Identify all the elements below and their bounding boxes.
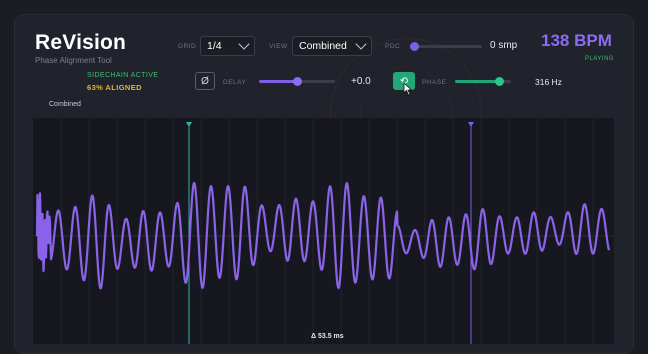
chevron-down-icon [238,38,250,50]
delay-value: +0.0 [351,76,371,87]
phase-slider[interactable] [455,77,511,86]
app-subtitle: Phase Alignment Tool [35,56,112,65]
pdc-value: 0 smp [490,40,518,51]
target-marker-handle[interactable] [468,122,474,127]
phase-value: 316 Hz [535,77,562,87]
waveform-mode-label: Combined [49,101,81,108]
delay-label: DELAY [223,79,247,86]
transport-state: PLAYING [585,56,615,62]
app-title: ReVision [35,31,127,54]
delta-time-readout: Δ 53.5 ms [311,333,344,340]
delay-slider-thumb[interactable] [293,77,302,86]
phase-invert-button[interactable]: Ø [195,72,215,90]
sidechain-status: SIDECHAIN ACTIVE [87,72,159,79]
chevron-down-icon [355,38,367,50]
bpm-display: 138 BPM [541,31,612,50]
phase-label: PHASE [422,79,447,86]
pdc-slider[interactable] [410,42,482,51]
waveform-display[interactable] [33,118,614,344]
pdc-label: PDC [385,43,401,50]
grid-select[interactable]: 1/4 [200,36,255,56]
alignment-percentage: 63% ALIGNED [87,83,142,92]
pdc-slider-thumb[interactable] [410,42,419,51]
view-select[interactable]: Combined [292,36,372,56]
delay-slider[interactable] [259,77,335,86]
view-value: Combined [299,40,347,52]
grid-label: GRID [178,43,197,50]
phase-slider-thumb[interactable] [495,77,504,86]
waveform-svg [33,118,614,344]
delay-slider-fill [259,80,297,83]
view-label: VIEW [269,43,288,50]
phase-invert-icon: Ø [201,75,209,87]
reference-marker-handle[interactable] [186,122,192,127]
phase-slider-fill [455,80,499,83]
mouse-cursor-icon [403,82,413,96]
grid-value: 1/4 [207,40,222,52]
